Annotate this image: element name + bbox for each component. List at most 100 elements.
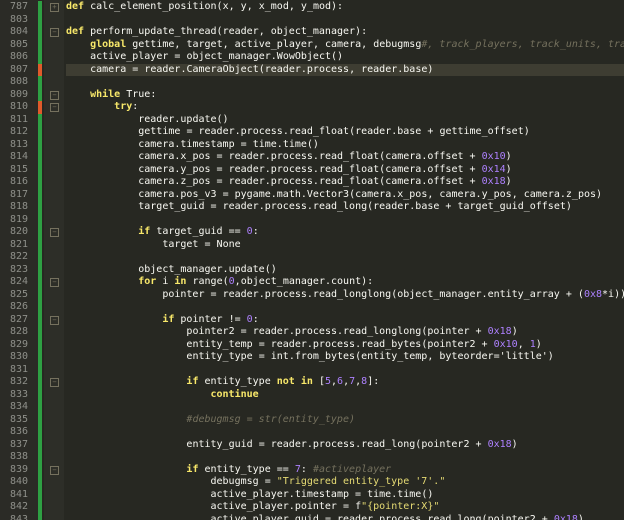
line-number: 807 — [9, 63, 28, 75]
fold-toggle-icon[interactable]: + — [50, 3, 59, 12]
line-number: 824 — [9, 276, 28, 287]
code-line[interactable]: camera.y_pos = reader.process.read_float… — [66, 164, 511, 177]
diff-added-marker — [38, 426, 42, 439]
line-number: 810 — [9, 101, 28, 112]
line-number: 812 — [9, 126, 28, 137]
code-line[interactable]: if target_guid == 0: — [66, 226, 258, 239]
code-line[interactable]: global gettime, target, active_player, c… — [66, 39, 624, 52]
code-line[interactable]: entity_type = int.from_bytes(entity_temp… — [66, 351, 553, 364]
fold-toggle-icon[interactable]: − — [50, 465, 59, 475]
line-number: 816 — [9, 176, 28, 187]
line-number: 841 — [9, 488, 28, 500]
code-line[interactable]: active_player.pointer = f"{pointer:X}" — [66, 501, 440, 514]
line-number: 832 — [9, 376, 28, 387]
code-line[interactable]: camera.pos_v3 = pygame.math.Vector3(came… — [66, 189, 602, 202]
diff-added-marker — [38, 88, 42, 101]
fold-toggle-icon[interactable]: − — [50, 103, 59, 112]
code-line[interactable]: active_player.guid = reader.process.read… — [66, 514, 584, 520]
code-line[interactable]: if pointer != 0: — [66, 314, 258, 327]
code-line[interactable]: continue — [66, 389, 259, 402]
code-line[interactable]: while True: — [66, 89, 156, 102]
diff-added-marker — [38, 376, 42, 389]
fold-toggle-icon[interactable]: − — [50, 315, 59, 325]
fold-toggle-icon[interactable]: − — [50, 28, 59, 37]
code-line[interactable]: gettime = reader.process.read_float(read… — [66, 126, 530, 139]
code-line[interactable]: pointer = reader.process.read_longlong(o… — [66, 289, 624, 302]
fold-toggle-icon[interactable]: − — [50, 278, 59, 287]
line-number: 825 — [9, 288, 28, 300]
fold-toggle-icon[interactable]: − — [50, 228, 59, 237]
diff-added-marker — [38, 188, 42, 201]
diff-added-marker — [38, 163, 42, 176]
diff-added-marker — [38, 313, 42, 326]
line-number: 829 — [9, 338, 28, 350]
code-line[interactable]: target = None — [66, 239, 240, 252]
line-number: 842 — [9, 501, 28, 512]
code-line[interactable]: if entity_type == 7: #activeplayer — [66, 464, 391, 477]
line-number: 837 — [9, 438, 28, 450]
diff-added-marker — [38, 326, 42, 339]
fold-toggle-icon[interactable]: − — [50, 90, 59, 100]
code-line[interactable]: if entity_type not in [5,6,7,8]: — [66, 376, 379, 389]
diff-added-marker — [38, 301, 42, 314]
line-number: 826 — [9, 301, 28, 312]
code-line[interactable]: debugmsg = "Triggered entity_type '7'." — [66, 476, 446, 489]
line-number: 819 — [9, 213, 28, 225]
fold-gutter: + − − − − − − − − — [44, 0, 64, 520]
code-line[interactable]: def perform_update_thread(reader, object… — [66, 26, 367, 39]
code-line[interactable]: camera.timestamp = time.time() — [66, 139, 319, 152]
diff-added-marker — [38, 151, 42, 164]
code-area[interactable]: def calc_element_position(x, y, x_mod, y… — [66, 0, 624, 520]
diff-added-marker — [38, 476, 42, 489]
line-number: 811 — [9, 113, 28, 125]
diff-added-marker — [38, 113, 42, 126]
code-line[interactable]: #debugmsg = str(entity_type) — [66, 414, 355, 427]
code-line[interactable]: entity_temp = reader.process.read_bytes(… — [66, 339, 541, 352]
diff-added-marker — [38, 463, 42, 476]
diff-added-marker — [38, 226, 42, 239]
code-line[interactable]: target_guid = reader.process.read_long(r… — [66, 201, 572, 214]
code-line[interactable]: active_player.timestamp = time.time() — [66, 489, 434, 502]
code-line[interactable]: camera = reader.CameraObject(reader.proc… — [66, 64, 433, 77]
code-line[interactable]: try: — [66, 101, 138, 114]
diff-added-marker — [38, 513, 42, 520]
diff-added-marker — [38, 76, 42, 89]
line-number: 828 — [9, 326, 28, 337]
code-line[interactable]: for i in range(0,object_manager.count): — [66, 276, 373, 289]
diff-added-marker — [38, 26, 42, 39]
line-number: 804 — [9, 26, 28, 37]
code-editor[interactable]: 787 803 804 805 806 807 808 809 810 811 812 813 814 8… — [0, 0, 624, 520]
fold-toggle-icon[interactable]: − — [50, 378, 59, 387]
diff-added-marker — [38, 201, 42, 214]
diff-added-marker — [38, 126, 42, 139]
diff-added-marker — [38, 401, 42, 414]
diff-added-marker — [38, 263, 42, 276]
line-number: 806 — [9, 51, 28, 62]
line-number: 836 — [9, 426, 28, 437]
line-number: 831 — [9, 363, 28, 375]
code-line[interactable]: entity_guid = reader.process.read_long(p… — [66, 439, 517, 452]
line-number: 822 — [9, 251, 28, 262]
diff-added-marker — [38, 213, 42, 226]
line-number: 838 — [9, 451, 28, 462]
code-line[interactable]: camera.x_pos = reader.process.read_float… — [66, 151, 511, 164]
diff-added-marker — [38, 451, 42, 464]
line-number: 809 — [9, 88, 28, 100]
diff-added-marker — [38, 413, 42, 426]
code-line[interactable]: pointer2 = reader.process.read_longlong(… — [66, 326, 517, 339]
line-number: 805 — [9, 38, 28, 50]
line-number: 820 — [9, 226, 28, 237]
line-number: 813 — [9, 138, 28, 150]
code-line[interactable]: active_player = object_manager.WowObject… — [66, 51, 343, 64]
line-number-gutter: 787 803 804 805 806 807 808 809 810 811 812 813 814 8… — [0, 0, 38, 520]
diff-added-marker — [38, 351, 42, 364]
line-number: 823 — [9, 263, 28, 275]
code-line[interactable]: reader.update() — [66, 114, 228, 127]
code-line[interactable]: camera.z_pos = reader.process.read_float… — [66, 176, 511, 189]
diff-added-marker — [38, 176, 42, 189]
diff-added-marker — [38, 238, 42, 251]
code-line[interactable]: object_manager.update() — [66, 264, 277, 277]
line-number: 818 — [9, 201, 28, 212]
code-line[interactable]: def calc_element_position(x, y, x_mod, y… — [66, 1, 343, 14]
line-number: 815 — [9, 163, 28, 175]
